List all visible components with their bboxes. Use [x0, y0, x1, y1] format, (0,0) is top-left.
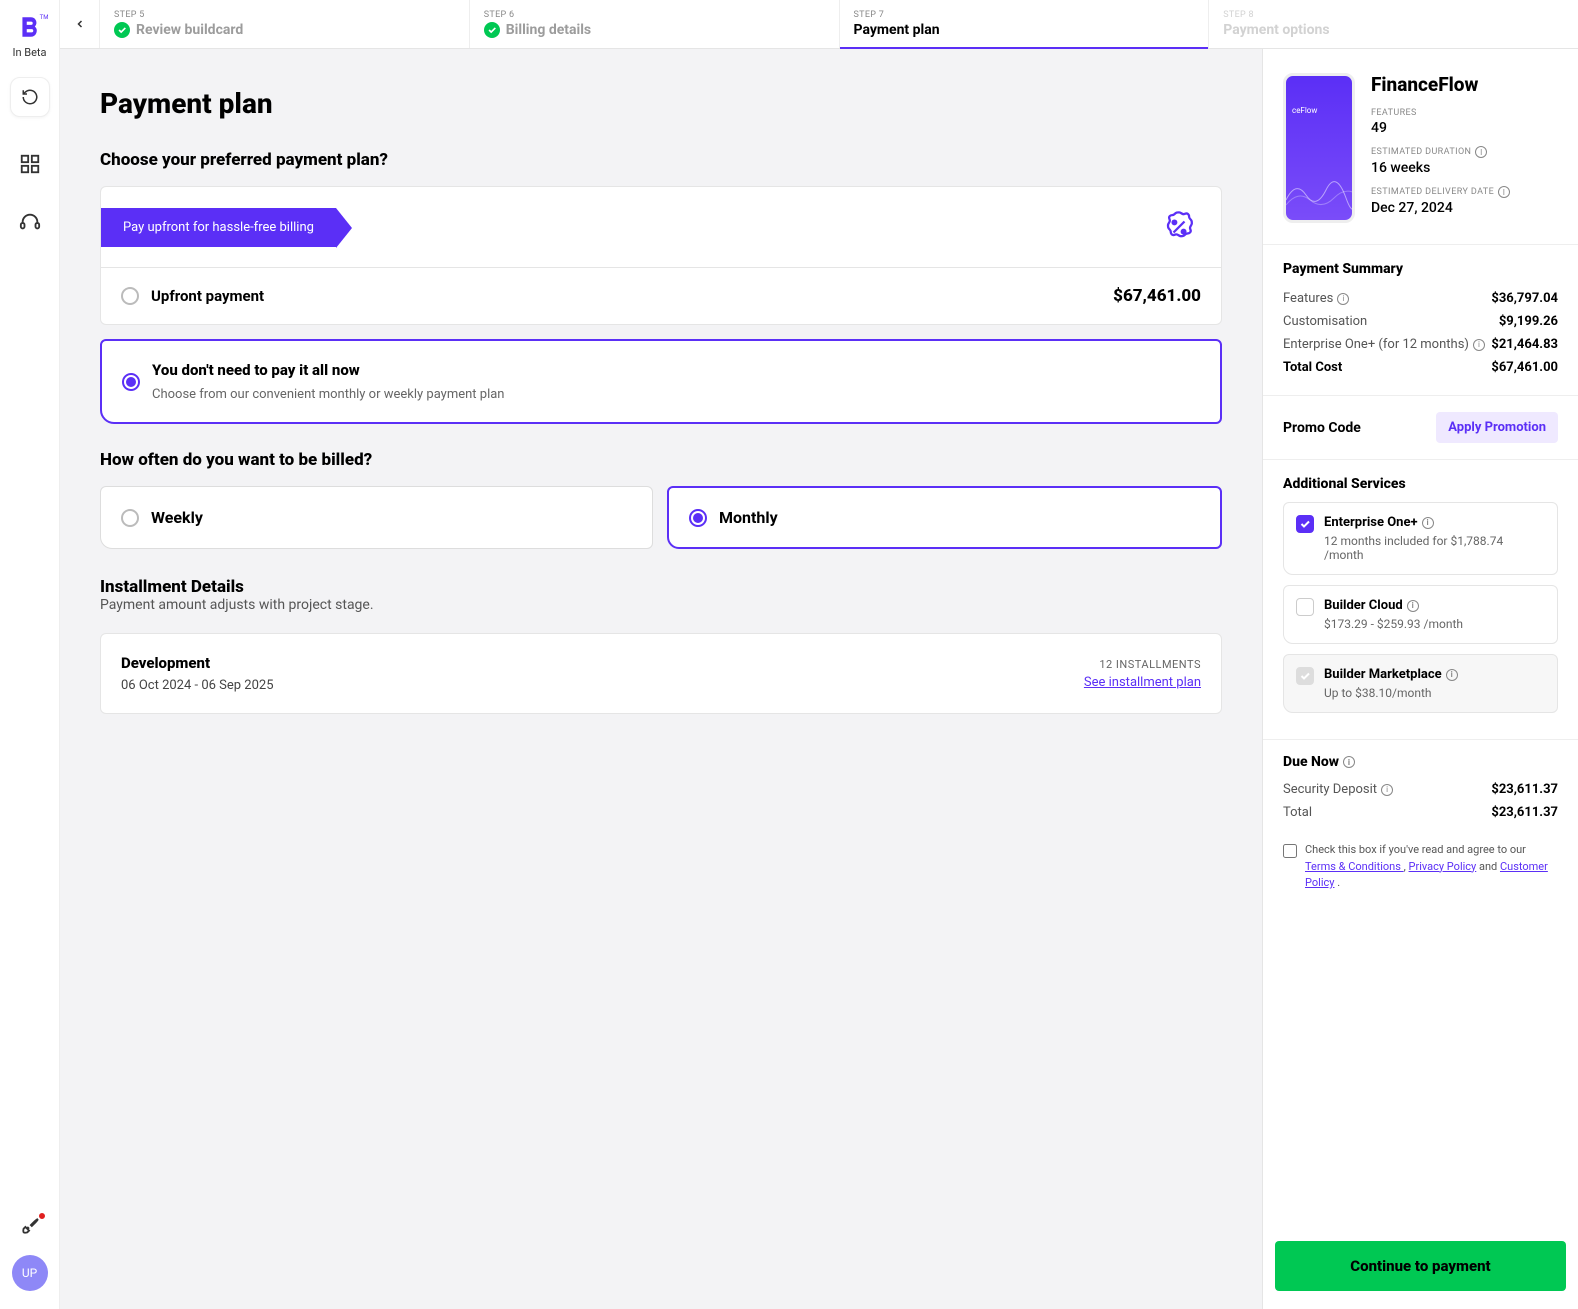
avatar[interactable]: UP	[12, 1255, 48, 1291]
installment-option[interactable]: You don't need to pay it all now Choose …	[100, 339, 1222, 424]
choose-heading: Choose your preferred payment plan?	[100, 150, 1222, 170]
left-sidebar: TM In Beta UP	[0, 0, 60, 1309]
service-marketplace[interactable]: Builder Marketplacei Up to $38.10/month	[1283, 654, 1558, 713]
checkbox-icon	[1296, 515, 1314, 533]
info-icon[interactable]: i	[1337, 293, 1349, 305]
privacy-link[interactable]: Privacy Policy	[1409, 860, 1477, 873]
summary-panel: ceFlow FinanceFlow FEATURES 49 ESTIMATED…	[1262, 49, 1578, 1309]
step-6[interactable]: STEP 6 Billing details	[470, 0, 840, 48]
info-icon[interactable]: i	[1381, 784, 1393, 796]
promo-section: Promo Code Apply Promotion	[1263, 396, 1578, 460]
step-7[interactable]: STEP 7 Payment plan	[840, 0, 1210, 48]
check-icon	[114, 22, 130, 38]
service-enterprise[interactable]: Enterprise One+i 12 months included for …	[1283, 502, 1558, 575]
upfront-card: Pay upfront for hassle-free billing Upfr…	[100, 186, 1222, 325]
back-button[interactable]	[60, 0, 100, 48]
checkbox-icon	[1296, 667, 1314, 685]
continue-button[interactable]: Continue to payment	[1275, 1241, 1566, 1291]
checkbox-icon	[1296, 598, 1314, 616]
rocket-icon[interactable]	[19, 1215, 41, 1237]
info-icon[interactable]: i	[1422, 517, 1434, 529]
additional-services: Additional Services Enterprise One+i 12 …	[1263, 460, 1578, 740]
trademark-label: TM	[40, 14, 49, 21]
payment-summary: Payment Summary Featuresi$36,797.04 Cust…	[1263, 245, 1578, 396]
support-icon[interactable]	[19, 211, 41, 233]
frequency-weekly[interactable]: Weekly	[100, 486, 653, 549]
apps-icon[interactable]	[19, 153, 41, 175]
app-name: FinanceFlow	[1371, 73, 1558, 96]
radio-icon	[121, 287, 139, 305]
stepper: STEP 5 Review buildcard STEP 6 Billing d…	[60, 0, 1578, 49]
radio-icon	[689, 509, 707, 527]
upfront-price: $67,461.00	[1113, 286, 1201, 306]
installment-heading: Installment Details	[100, 577, 1222, 597]
info-icon[interactable]: i	[1446, 669, 1458, 681]
info-icon[interactable]: i	[1407, 600, 1419, 612]
main-content: Payment plan Choose your preferred payme…	[60, 49, 1262, 1309]
undo-button[interactable]	[10, 77, 50, 117]
step-8: STEP 8 Payment options	[1209, 0, 1578, 48]
due-now-section: Due Nowi Security Depositi$23,611.37 Tot…	[1263, 740, 1578, 832]
radio-icon	[121, 509, 139, 527]
page-title: Payment plan	[100, 87, 1222, 120]
service-cloud[interactable]: Builder Cloudi $173.29 - $259.93 /month	[1283, 585, 1558, 644]
notification-dot	[37, 1211, 47, 1221]
info-icon[interactable]: i	[1343, 756, 1355, 768]
radio-icon	[122, 373, 140, 391]
upfront-option[interactable]: Upfront payment $67,461.00	[101, 267, 1221, 324]
frequency-heading: How often do you want to be billed?	[100, 450, 1222, 470]
terms-row: Check this box if you've read and agree …	[1263, 832, 1578, 902]
development-installment: Development 06 Oct 2024 - 06 Sep 2025 12…	[100, 633, 1222, 714]
terms-checkbox[interactable]	[1283, 844, 1297, 858]
frequency-monthly[interactable]: Monthly	[667, 486, 1222, 549]
info-icon[interactable]: i	[1498, 186, 1510, 198]
discount-icon	[1157, 205, 1201, 249]
terms-link[interactable]: Terms & Conditions	[1305, 860, 1404, 873]
installment-subtext: Payment amount adjusts with project stag…	[100, 597, 1222, 613]
app-preview: ceFlow	[1283, 73, 1355, 223]
info-icon[interactable]: i	[1473, 339, 1485, 351]
beta-label: In Beta	[12, 46, 46, 59]
logo[interactable]: TM	[15, 12, 45, 42]
apply-promo-button[interactable]: Apply Promotion	[1436, 412, 1558, 443]
info-icon[interactable]: i	[1475, 146, 1487, 158]
upfront-ribbon: Pay upfront for hassle-free billing	[101, 208, 336, 247]
step-5[interactable]: STEP 5 Review buildcard	[100, 0, 470, 48]
see-installment-link[interactable]: See installment plan	[1084, 675, 1201, 690]
check-icon	[484, 22, 500, 38]
